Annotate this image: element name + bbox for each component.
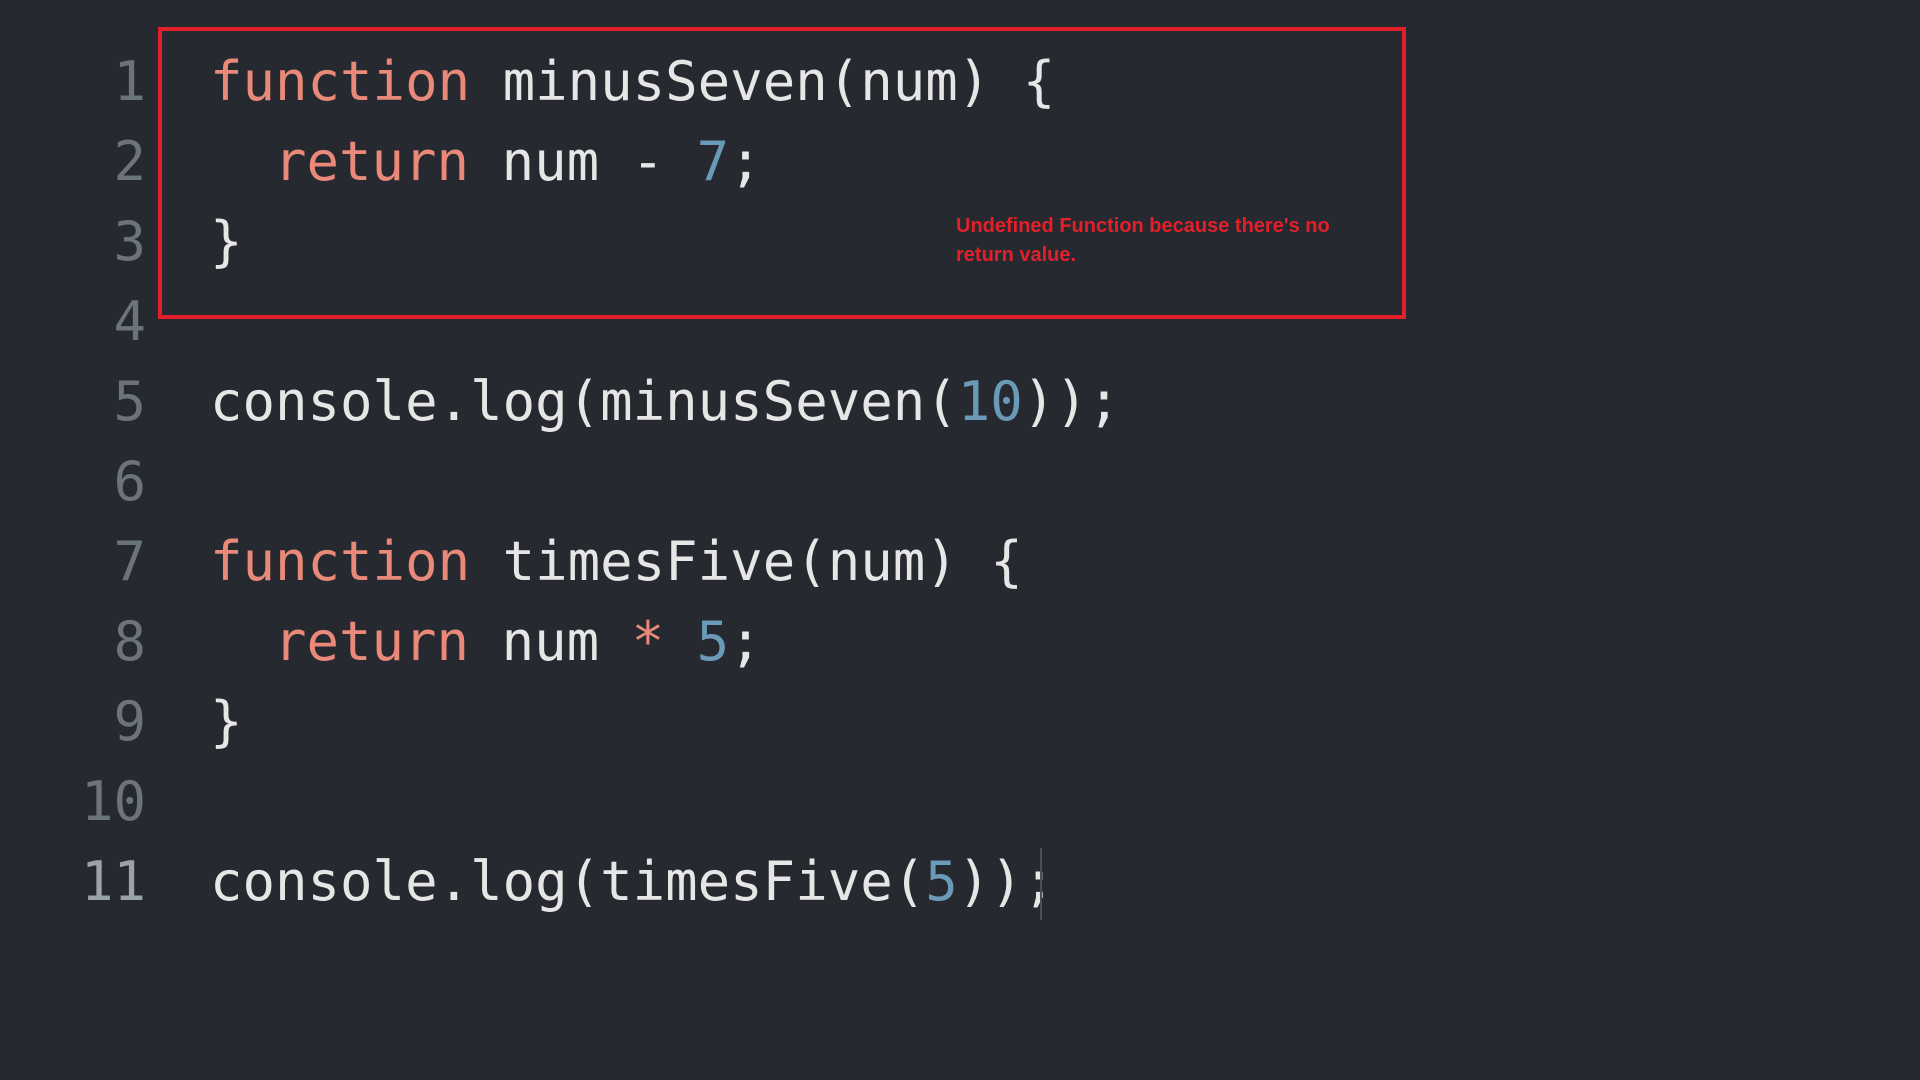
code-token: console.log(timesFive(: [210, 850, 926, 913]
operator-token: *: [631, 610, 665, 673]
code-text: function timesFive(num) {: [210, 522, 1023, 602]
line-number: 1: [113, 50, 146, 113]
code-token: console.log(minusSeven(: [210, 370, 958, 433]
code-token: timesFive(num) {: [470, 530, 1023, 593]
code-line[interactable]: 11 console.log(timesFive(5));: [0, 842, 1500, 922]
code-line[interactable]: 6: [0, 442, 1500, 522]
code-line[interactable]: 9 }: [0, 682, 1500, 762]
line-number: 7: [113, 530, 146, 593]
code-text: console.log(minusSeven(10));: [210, 362, 1120, 442]
line-number: 11: [80, 850, 146, 913]
code-token: ;: [729, 610, 762, 673]
code-editor[interactable]: 1 function minusSeven(num) { 2 return nu…: [0, 0, 1920, 1080]
text-cursor: [1040, 848, 1042, 920]
code-text: }: [210, 682, 243, 762]
code-line[interactable]: 5 console.log(minusSeven(10));: [0, 362, 1500, 442]
line-number: 9: [113, 690, 146, 753]
code-token: }: [210, 690, 243, 753]
keyword-token: return: [274, 610, 470, 673]
number-token: 5: [696, 610, 730, 673]
line-number: 10: [80, 770, 146, 833]
line-number: 2: [113, 130, 146, 193]
line-number: 3: [113, 210, 146, 273]
keyword-token: function: [210, 530, 471, 593]
code-line[interactable]: 8 return num * 5;: [0, 602, 1500, 682]
code-line[interactable]: 10: [0, 762, 1500, 842]
line-number: 5: [113, 370, 146, 433]
line-number: 6: [113, 450, 146, 513]
code-text: return num * 5;: [274, 602, 762, 682]
line-number: 8: [113, 610, 146, 673]
number-token: 10: [957, 370, 1023, 433]
number-token: 5: [925, 850, 958, 913]
code-token: ));: [1022, 370, 1121, 433]
line-number: 4: [113, 290, 146, 353]
code-text: console.log(timesFive(5));: [210, 842, 1055, 922]
code-token: num: [469, 610, 632, 673]
code-line[interactable]: 7 function timesFive(num) {: [0, 522, 1500, 602]
annotation-note: Undefined Function because there's no re…: [956, 215, 1330, 266]
annotation-highlight-box: [158, 27, 1406, 319]
